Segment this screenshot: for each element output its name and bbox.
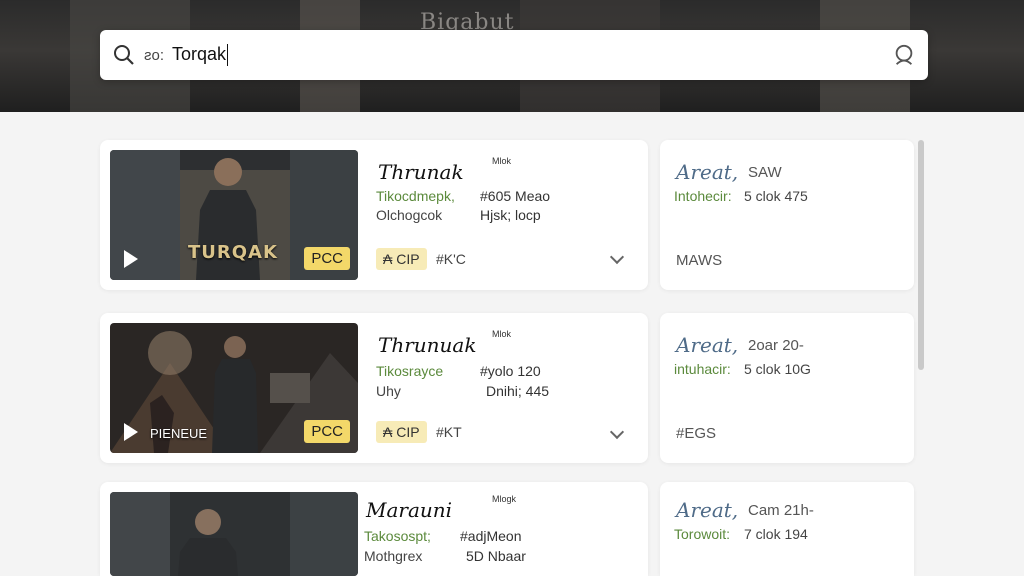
- side-title: Areat,: [676, 333, 739, 357]
- result-genre: Takosospt;: [364, 528, 431, 544]
- result-side-panel: Areat, SAW Intohecir: 5 clok 475 MAWS: [660, 140, 914, 290]
- search-prefix: ƨo:: [144, 46, 165, 64]
- platform-badge: PCC: [304, 247, 350, 270]
- result-title[interactable]: Thrunak: [378, 160, 464, 184]
- result-meta: #adjMeon: [460, 528, 522, 544]
- side-sub: SAW: [748, 164, 782, 181]
- result-meta: #605 Meao: [480, 188, 551, 204]
- result-sub: Mothgrex: [364, 548, 423, 564]
- side-label: intuhacir:: [674, 361, 731, 377]
- result-hashtag: #KT: [436, 424, 462, 440]
- side-footer: MAWS: [676, 252, 723, 269]
- search-input[interactable]: Torqak: [172, 44, 229, 67]
- thumbnail-title: TURQAK: [188, 242, 278, 263]
- result-thumbnail[interactable]: TURQAK PCC: [110, 150, 358, 280]
- result-genre: Tikosrayce: [376, 363, 444, 379]
- side-title: Areat,: [676, 160, 739, 184]
- result-tag[interactable]: ₳ CIP: [376, 421, 427, 443]
- result-side-panel: Areat, Cam 21h- Torowoit: 7 clok 194: [660, 482, 914, 576]
- play-icon[interactable]: [124, 423, 138, 441]
- result-thumbnail[interactable]: PIENEUE PCC: [110, 323, 358, 453]
- side-value: 5 clok 10G: [744, 361, 811, 377]
- result-hashtag: #K'C: [436, 251, 466, 267]
- result-card[interactable]: PIENEUE PCC Mlok Thrunuak Tikosrayce #yo…: [100, 313, 648, 463]
- search-bar[interactable]: ƨo: Torqak: [100, 30, 928, 80]
- result-meta: #yolo 120: [480, 363, 541, 379]
- result-subtitle: Mlok: [492, 329, 512, 339]
- play-label: PIENEUE: [150, 426, 208, 441]
- result-thumbnail[interactable]: [110, 492, 358, 576]
- result-meta-2: 5D Nbaar: [466, 548, 526, 564]
- result-side-panel: Areat, 2oar 20- intuhacir: 5 clok 10G #E…: [660, 313, 914, 463]
- side-label: Torowoit:: [674, 526, 731, 542]
- result-genre: Tikocdmepk,: [376, 188, 455, 204]
- result-sub: Uhy: [376, 383, 401, 399]
- result-tag[interactable]: ₳ CIP: [376, 248, 427, 270]
- result-sub: Olchogcok: [376, 207, 443, 223]
- result-subtitle: Mlok: [492, 156, 512, 166]
- platform-badge: PCC: [304, 420, 350, 443]
- result-title[interactable]: Marauni: [366, 498, 452, 522]
- result-title[interactable]: Thrunuak: [378, 333, 476, 357]
- search-icon[interactable]: [112, 43, 136, 67]
- side-sub: 2oar 20-: [748, 337, 804, 354]
- side-sub: Cam 21h-: [748, 502, 814, 519]
- chevron-down-icon[interactable]: [609, 249, 625, 265]
- side-value: 5 clok 475: [744, 188, 808, 204]
- side-value: 7 clok 194: [744, 526, 808, 542]
- scrollbar[interactable]: [918, 140, 924, 370]
- result-card[interactable]: TURQAK PCC Mlok Thrunak Tikocdmepk, #605…: [100, 140, 648, 290]
- user-search-icon[interactable]: [892, 43, 916, 67]
- side-label: Intohecir:: [674, 188, 732, 204]
- side-footer: #EGS: [676, 425, 717, 442]
- chevron-down-icon[interactable]: [609, 424, 625, 440]
- result-card[interactable]: Mlogk Marauni Takosospt; #adjMeon Mothgr…: [100, 482, 648, 576]
- result-meta-2: Hjsk; locp: [480, 207, 541, 223]
- result-meta-2: Dnihi; 445: [486, 383, 550, 399]
- result-subtitle: Mlogk: [492, 494, 517, 504]
- play-icon[interactable]: [124, 250, 138, 268]
- side-title: Areat,: [676, 498, 739, 522]
